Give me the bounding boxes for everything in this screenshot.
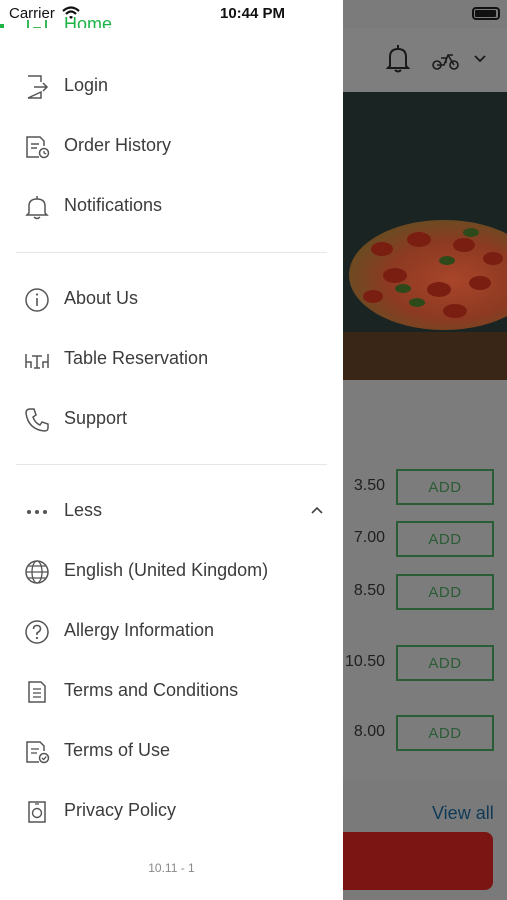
status-time: 10:44 PM [220, 5, 286, 22]
menu-item-label: Notifications [64, 195, 163, 215]
globe-icon [25, 560, 49, 584]
view-all-link[interactable]: View all [432, 803, 494, 824]
bell-icon [25, 196, 49, 220]
chevron-up-icon [311, 506, 323, 514]
menu-item-label: Privacy Policy [64, 800, 177, 820]
more-dots-icon [27, 510, 47, 514]
item-price: 8.50 [353, 582, 385, 599]
status-bar: Carrier 10:44 PM [0, 0, 343, 28]
menu-item-label: Login [64, 75, 109, 95]
table-icon [25, 354, 49, 369]
menu-item-label: Allergy Information [64, 620, 215, 640]
menu-item-label: About Us [64, 288, 139, 308]
menu-item-privacy-policy[interactable]: Privacy Policy [0, 787, 343, 835]
add-button[interactable]: ADD [396, 715, 494, 751]
bell-icon[interactable] [385, 44, 411, 74]
menu-item-label: Less [64, 500, 103, 520]
divider [16, 252, 327, 253]
add-button[interactable]: ADD [396, 521, 494, 557]
menu-toggle-less[interactable]: Less [0, 487, 343, 535]
menu-item-terms-and-conditions[interactable]: Terms and Conditions [0, 667, 343, 715]
divider [16, 464, 327, 465]
login-icon [27, 75, 49, 99]
info-icon [25, 288, 49, 312]
checkout-bar[interactable] [343, 832, 493, 890]
order-history-icon [26, 136, 50, 159]
menu-item-label: Terms and Conditions [64, 680, 239, 700]
menu-item-about-us[interactable]: About Us [0, 275, 343, 323]
carrier-label: Carrier [9, 5, 55, 22]
document-check-icon [26, 741, 50, 764]
menu-item-table-reservation[interactable]: Table Reservation [0, 335, 343, 383]
menu-item-login[interactable]: Login [0, 62, 343, 110]
delivery-scooter-icon[interactable] [431, 46, 461, 72]
item-price: 3.50 [353, 477, 385, 494]
item-price: 10.50 [344, 653, 385, 670]
menu-item-support[interactable]: Support [0, 395, 343, 443]
menu-item-notifications[interactable]: Notifications [0, 182, 343, 230]
menu-item-order-history[interactable]: Order History [0, 122, 343, 170]
privacy-icon [28, 801, 46, 823]
item-price: 8.00 [353, 723, 385, 740]
menu-item-label: Terms of Use [64, 740, 171, 760]
add-button[interactable]: ADD [396, 574, 494, 610]
menu-item-language[interactable]: English (United Kingdom) [0, 547, 343, 595]
wifi-icon [62, 6, 80, 19]
background-app: 3.50 ADD 7.00 ADD 8.50 ADD 10.50 ADD 8.0… [343, 0, 507, 900]
battery-icon [472, 7, 500, 20]
add-button[interactable]: ADD [396, 469, 494, 505]
question-icon [25, 620, 49, 644]
menu-item-label: English (United Kingdom) [64, 560, 269, 580]
menu-item-allergy-information[interactable]: Allergy Information [0, 607, 343, 655]
menu-item-label: Support [64, 408, 128, 428]
phone-icon [25, 408, 49, 432]
add-button[interactable]: ADD [396, 645, 494, 681]
menu-item-terms-of-use[interactable]: Terms of Use [0, 727, 343, 775]
pizza-banner-image [343, 92, 507, 380]
item-price: 7.00 [353, 529, 385, 546]
menu-item-label: Table Reservation [64, 348, 209, 368]
menu-item-label: Order History [64, 135, 172, 155]
app-version: 10.11 - 1 [148, 861, 195, 875]
chevron-down-icon[interactable] [473, 54, 487, 64]
navigation-drawer: Home Carrier 10:44 PM Login Order Histor… [0, 0, 343, 900]
document-icon [28, 681, 46, 703]
